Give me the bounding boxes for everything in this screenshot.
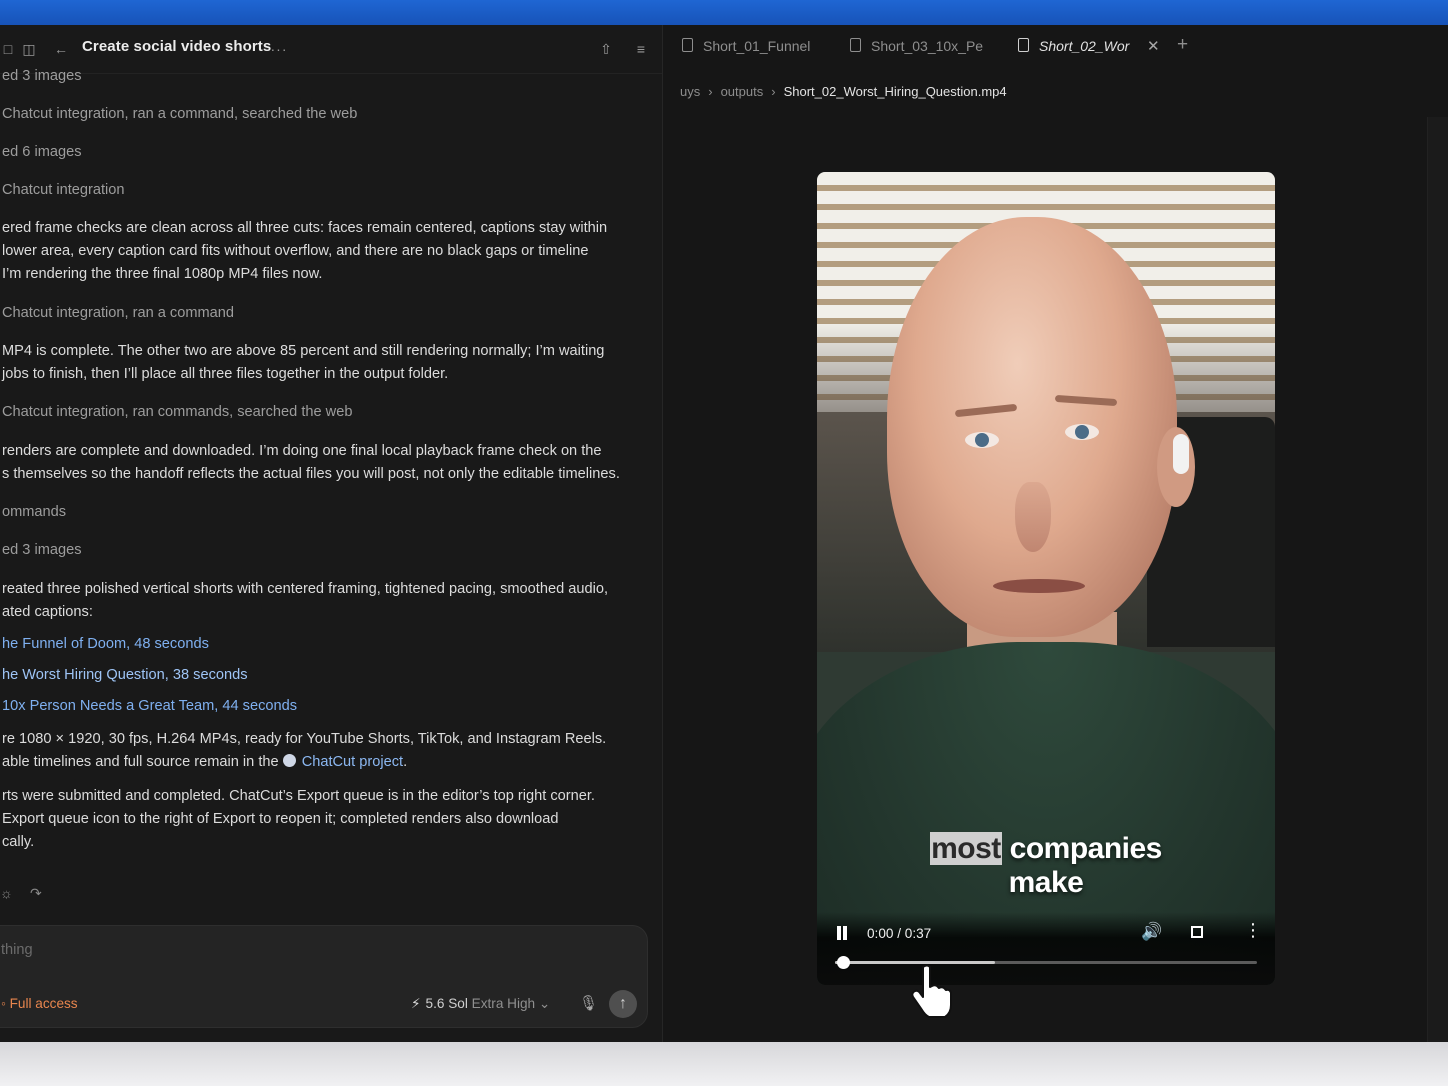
pause-icon[interactable] [835, 926, 849, 942]
message-line: re 1080 × 1920, 30 fps, H.264 MP4s, read… [2, 731, 607, 747]
chatcut-logo-icon [282, 754, 296, 767]
project-line: able timelines and full source remain in… [2, 751, 407, 774]
panel-icon[interactable]: ◫ [19, 39, 39, 59]
message-line: jobs to finish, then I’ll place all thre… [2, 366, 449, 382]
desktop-backdrop [0, 1042, 1448, 1086]
composer-input[interactable]: thing [1, 942, 33, 958]
breadcrumb-folder[interactable]: outputs [721, 84, 764, 99]
breadcrumb-file: Short_02_Worst_Hiring_Question.mp4 [783, 84, 1007, 99]
message-line: cally. [2, 834, 35, 850]
thread-title: Create social video shorts [82, 38, 272, 55]
more-icon[interactable]: ··· [269, 39, 289, 59]
activity-line: ommands [2, 504, 67, 520]
video-nose [1015, 482, 1051, 552]
activity-line: Chatcut integration, ran a command, sear… [2, 106, 358, 122]
microphone-icon[interactable]: 🎙 [579, 994, 598, 1012]
chevron-down-icon: ⌄ [538, 996, 551, 1011]
side-rail [1427, 117, 1448, 1042]
fork-icon[interactable]: ↷ [30, 885, 42, 902]
tab-label: Short_01_Funnel [703, 38, 811, 54]
composer[interactable]: thing ◦ Full access ⚡ 5.6 Sol Extra High … [0, 925, 648, 1028]
seek-thumb[interactable] [837, 956, 851, 969]
activity-line: Chatcut integration [2, 182, 125, 198]
fullscreen-icon[interactable] [1191, 926, 1203, 938]
tab-short-03[interactable]: Short_03_10x_Pe [850, 38, 983, 60]
chat-header: □ ◫ ← Create social video shorts ··· ⇧ ≡ [0, 25, 662, 74]
video-speaker-face [887, 217, 1177, 637]
message-line: ated captions: [2, 604, 93, 620]
volume-icon[interactable]: 🔊 [1141, 922, 1162, 942]
sidebar-toggle-icon[interactable]: □ [0, 39, 18, 59]
message-line: ered frame checks are clean across all t… [2, 220, 608, 236]
video-controls: 0:00 / 0:37 🔊 ⋮ [817, 912, 1275, 985]
project-line-prefix: able timelines and full source remain in… [2, 754, 283, 770]
tab-short-01[interactable]: Short_01_Funnel [682, 38, 810, 60]
more-vertical-icon[interactable]: ⋮ [1244, 921, 1262, 939]
close-tab-icon[interactable]: ✕ [1147, 37, 1160, 55]
send-button[interactable]: ↑ [609, 990, 637, 1018]
model-label: 5.6 Sol [425, 996, 468, 1011]
message-line: I’m rendering the three final 1080p MP4 … [2, 266, 323, 282]
video-eye [1065, 424, 1099, 440]
video-pupil [975, 433, 989, 447]
fs-corner [1197, 932, 1203, 938]
seek-bar[interactable] [835, 956, 1257, 969]
chevron-right-icon: › [708, 84, 713, 99]
video-caption: most companies make [817, 832, 1275, 900]
tab-short-02[interactable]: Short_02_Wor [1018, 38, 1129, 60]
video-time: 0:00 / 0:37 [867, 926, 932, 941]
video-pupil [1075, 425, 1089, 439]
activity-line: Chatcut integration, ran a command [2, 305, 235, 321]
short-link[interactable]: 10x Person Needs a Great Team, 44 second… [2, 695, 297, 718]
thumbs-down-icon[interactable]: ☼ [0, 885, 13, 901]
share-icon[interactable]: ⇧ [596, 39, 616, 59]
tab-label: Short_03_10x_Pe [871, 38, 984, 54]
message-line: MP4 is complete. The other two are above… [2, 343, 605, 359]
caption-highlight-word: most [930, 832, 1002, 865]
short-link[interactable]: he Funnel of Doom, 48 seconds [2, 633, 209, 656]
message-line: rts were submitted and completed. ChatCu… [2, 788, 595, 804]
chat-pane: □ ◫ ← Create social video shorts ··· ⇧ ≡… [0, 25, 663, 1042]
access-selector[interactable]: ◦ Full access [1, 996, 78, 1011]
activity-line: ed 3 images [2, 68, 82, 84]
message-line: lower area, every caption card fits with… [2, 243, 589, 259]
breadcrumb: uys › outputs › Short_02_Worst_Hiring_Questi… [680, 84, 1007, 99]
access-label: Full access [9, 996, 78, 1011]
project-line-suffix: . [403, 754, 408, 770]
message-line: Export queue icon to the right of Export… [2, 811, 559, 827]
short-link[interactable]: he Worst Hiring Question, 38 seconds [2, 664, 248, 687]
activity-line: ed 6 images [2, 144, 82, 160]
message-line: s themselves so the handoff reflects the… [2, 466, 620, 482]
video-eye [965, 432, 999, 448]
video-mouth [993, 579, 1085, 593]
model-selector[interactable]: ⚡ 5.6 Sol Extra High ⌄ [411, 996, 550, 1012]
video-player[interactable]: most companies make 0:00 / 0:37 🔊 ⋮ [817, 172, 1275, 985]
filter-icon[interactable]: ≡ [631, 39, 651, 59]
message-line: renders are complete and downloaded. I’m… [2, 443, 602, 459]
preview-pane: Short_01_Funnel Short_03_10x_Pe Short_02… [663, 25, 1448, 1042]
app-window: □ ◫ ← Create social video shorts ··· ⇧ ≡… [0, 25, 1448, 1042]
activity-line: ed 3 images [2, 542, 82, 558]
message-line: reated three polished vertical shorts wi… [2, 581, 608, 597]
video-brow [954, 403, 1018, 418]
file-icon [850, 38, 861, 52]
bolt-icon: ⚡ [411, 996, 421, 1011]
activity-line: Chatcut integration, ran commands, searc… [2, 404, 353, 420]
file-icon [1018, 38, 1029, 52]
back-arrow-icon[interactable]: ← [51, 39, 71, 59]
new-tab-icon[interactable]: + [1177, 34, 1188, 56]
chevron-right-icon: › [771, 84, 776, 99]
video-brow [1054, 394, 1118, 407]
hand-cursor-icon [911, 964, 952, 1018]
video-earbud [1173, 434, 1189, 474]
os-top-bar [0, 0, 1448, 25]
breadcrumb-root[interactable]: uys [680, 84, 700, 99]
file-icon [682, 38, 693, 52]
tab-bar: Short_01_Funnel Short_03_10x_Pe Short_02… [663, 25, 1448, 73]
tab-label: Short_02_Wor [1039, 38, 1130, 54]
caption-rest: companies [1001, 832, 1163, 865]
caption-line-2: make [1008, 866, 1084, 899]
effort-label: Extra High [471, 996, 536, 1011]
chatcut-project-link[interactable]: ChatCut project [302, 754, 403, 770]
